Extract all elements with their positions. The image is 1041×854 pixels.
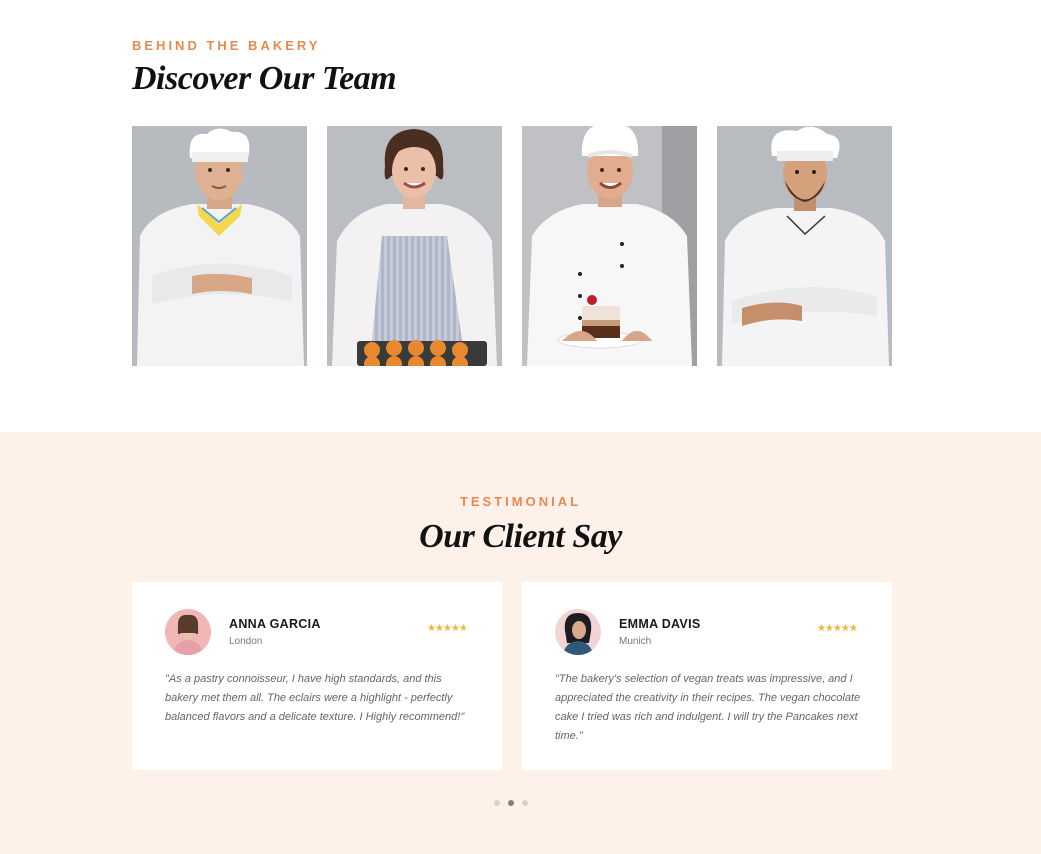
testimonial-quote: "As a pastry connoisseur, I have high st…: [165, 673, 465, 723]
star-rating: ★★★★★: [427, 623, 468, 634]
team-section: BEHIND THE BAKERY Discover Our Team: [0, 0, 1041, 432]
bearded-chef-photo: [717, 126, 892, 366]
baker-woman-muffins-photo: [327, 126, 502, 366]
testimonial-eyebrow: TESTIMONIAL: [459, 494, 582, 509]
pagination-dot-2[interactable]: [508, 800, 514, 806]
client-city: London: [229, 636, 263, 647]
chef-cake-slice-photo: [522, 126, 697, 366]
testimonial-quote: "The bakery's selection of vegan treats …: [555, 673, 861, 742]
pagination-dot-1[interactable]: [494, 800, 500, 806]
chef-crossed-arms-photo: [132, 126, 307, 366]
team-member-photo-4[interactable]: [717, 126, 892, 366]
testimonial-title: Our Client Say: [419, 518, 622, 555]
testimonial-card: ANNA GARCIA London ★★★★★ "As a pastry co…: [132, 582, 502, 770]
team-member-photo-2[interactable]: [327, 126, 502, 366]
testimonial-card: EMMA DAVIS Munich ★★★★★ "The bakery's se…: [522, 582, 892, 770]
avatar: [165, 609, 211, 655]
team-member-photo-3[interactable]: [522, 126, 697, 366]
team-member-photo-1[interactable]: [132, 126, 307, 366]
pagination-dot-3[interactable]: [522, 800, 528, 806]
team-eyebrow: BEHIND THE BAKERY: [132, 38, 321, 53]
client-name: EMMA DAVIS: [619, 617, 701, 631]
team-title: Discover Our Team: [132, 60, 397, 97]
client-city: Munich: [619, 636, 652, 647]
star-rating: ★★★★★: [817, 623, 858, 634]
avatar: [555, 609, 601, 655]
client-name: ANNA GARCIA: [229, 617, 321, 631]
